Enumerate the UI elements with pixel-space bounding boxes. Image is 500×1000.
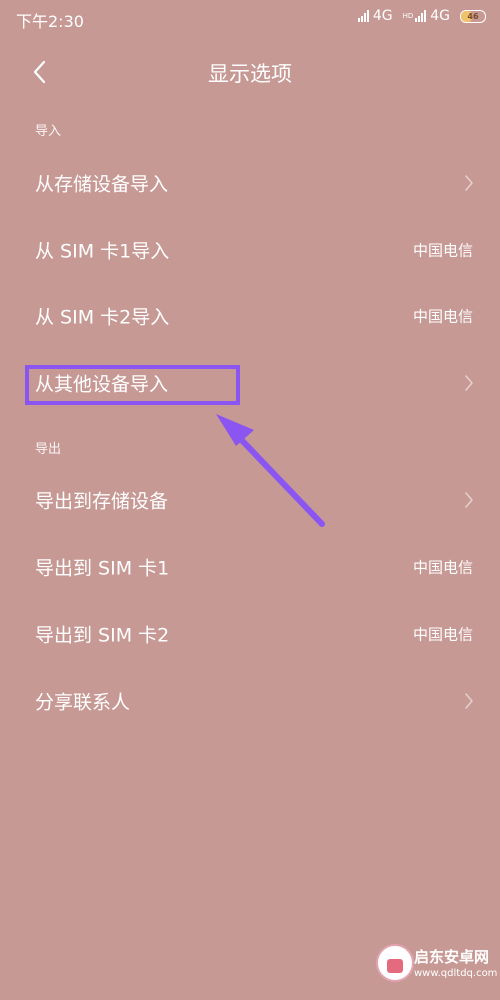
list-item-label: 导出到 SIM 卡2 (35, 624, 170, 647)
carrier-value: 中国电信 (412, 625, 473, 644)
watermark-badge-icon (376, 944, 414, 982)
list-item-label: 从 SIM 卡1导入 (35, 240, 170, 263)
chevron-right-icon (465, 492, 473, 508)
list-item-label: 分享联系人 (35, 691, 131, 714)
list-item-export-sim2[interactable]: 导出到 SIM 卡2 中国电信 (0, 601, 500, 667)
watermark-url: www.qdltdq.com (414, 968, 498, 979)
app-header: 显示选项 (0, 48, 500, 96)
chevron-right-icon (465, 175, 473, 191)
list-item-label: 导出到存储设备 (35, 490, 169, 513)
signal-icon (357, 10, 369, 22)
list-item-import-sim1[interactable]: 从 SIM 卡1导入 中国电信 (0, 217, 500, 283)
chevron-right-icon (465, 693, 473, 709)
watermark-title: 启东安卓网 (414, 948, 490, 966)
page-title: 显示选项 (208, 62, 292, 86)
list-item-label: 导出到 SIM 卡1 (35, 557, 170, 580)
list-item-label: 从 SIM 卡2导入 (35, 306, 170, 329)
carrier-value: 中国电信 (412, 241, 473, 260)
list-item-export-storage[interactable]: 导出到存储设备 (0, 467, 500, 533)
hd-badge: HD (402, 11, 414, 20)
section-label-export: 导出 (35, 442, 62, 457)
list-item-share-contacts[interactable]: 分享联系人 (0, 668, 500, 734)
list-item-label: 从存储设备导入 (35, 173, 169, 196)
list-item-import-sim2[interactable]: 从 SIM 卡2导入 中国电信 (0, 283, 500, 349)
battery-icon: 46 (460, 9, 486, 23)
section-label-import: 导入 (35, 124, 62, 139)
status-bar: 下午2:30 4G HD 4G 46 (0, 0, 500, 36)
highlight-box (25, 365, 240, 405)
list-item-import-storage[interactable]: 从存储设备导入 (0, 150, 500, 216)
status-indicators: 4G HD 4G 46 (357, 8, 486, 24)
list-item-export-sim1[interactable]: 导出到 SIM 卡1 中国电信 (0, 534, 500, 600)
chevron-right-icon (465, 375, 473, 391)
watermark-logo: 启东安卓网 www.qdltdq.com (362, 926, 497, 996)
carrier-value: 中国电信 (412, 307, 473, 326)
network-type-1: 4G (372, 8, 393, 24)
signal-icon (415, 10, 427, 22)
battery-level: 46 (467, 11, 479, 21)
status-time: 下午2:30 (16, 12, 84, 31)
carrier-value: 中国电信 (412, 558, 473, 577)
network-type-2: 4G (430, 8, 450, 24)
